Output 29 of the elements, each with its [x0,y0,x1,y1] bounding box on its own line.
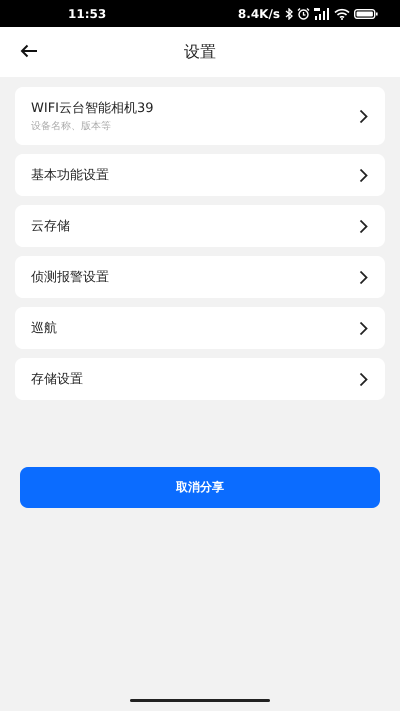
item-title: 侦测报警设置 [31,269,109,286]
chevron-icon [359,372,368,386]
settings-item[interactable]: WIFI云台智能相机39 设备名称、版本等 [15,87,385,145]
settings-item[interactable]: 存储设置 [15,358,385,400]
settings-item[interactable]: 基本功能设置 [15,154,385,196]
network-speed: 8.4K/s [238,6,280,20]
chevron-icon [359,108,368,124]
bluetooth-icon [285,8,293,20]
settings-item[interactable]: 巡航 [15,307,385,349]
chevron-icon [359,270,368,284]
wifi-icon [334,8,350,20]
page-title: 设置 [184,42,216,62]
item-title: 存储设置 [31,371,83,388]
cancel-share-button[interactable]: 取消分享 [20,467,380,508]
alarm-icon [297,8,310,20]
chevron-icon [359,168,368,182]
chevron-icon [359,320,368,336]
signal-icon [314,8,330,20]
status-time: 11:53 [68,6,106,20]
item-title: 云存储 [31,218,70,235]
battery-icon [354,8,378,20]
item-subtitle: 设备名称、版本等 [31,120,112,133]
item-title: 巡航 [31,320,57,337]
chevron-icon [359,218,368,234]
settings-item[interactable]: 云存储 [15,205,385,247]
settings-item[interactable]: 侦测报警设置 [15,256,385,298]
back-button[interactable] [18,42,40,60]
item-title: 基本功能设置 [31,167,109,184]
item-title: WIFI云台智能相机39 [31,100,154,117]
